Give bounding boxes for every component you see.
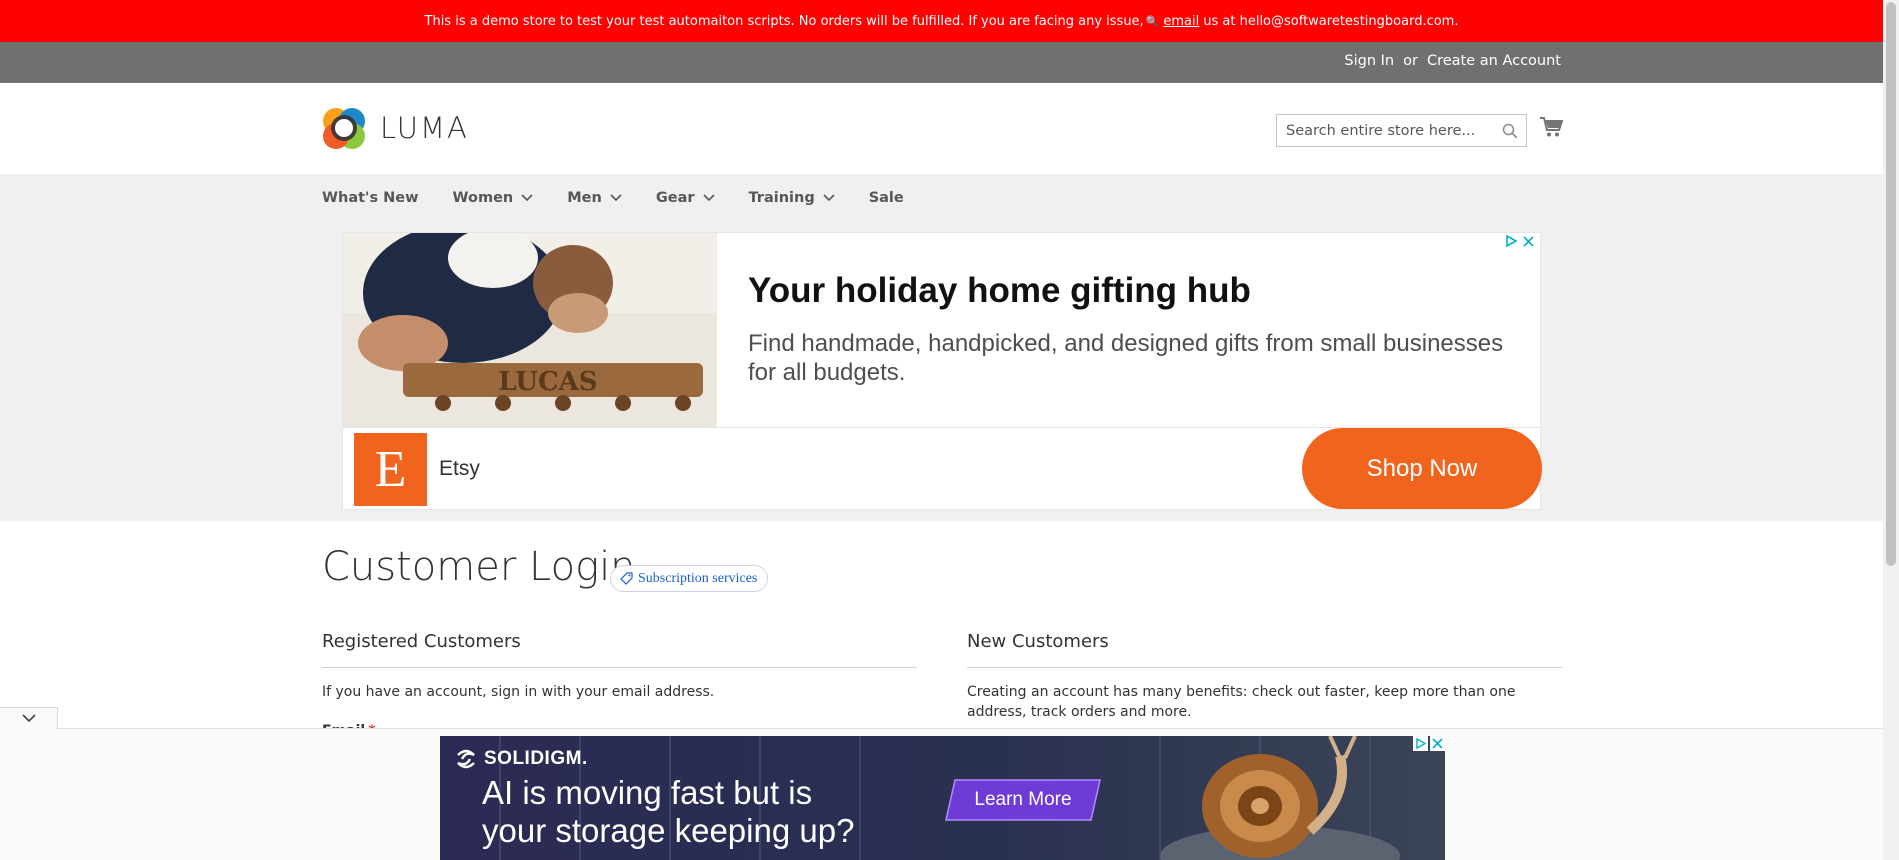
solidigm-mark-icon <box>457 749 475 769</box>
search-icon[interactable] <box>1502 123 1518 143</box>
adchoices-icon[interactable] <box>1413 736 1428 751</box>
chevron-down-icon <box>610 193 622 201</box>
scrollbar-thumb[interactable] <box>1886 2 1896 566</box>
learn-more-label: Learn More <box>974 789 1072 810</box>
nav-item-gear[interactable]: Gear <box>656 190 715 206</box>
subscription-services-badge[interactable]: Subscription services <box>610 565 769 592</box>
collapse-ad-button[interactable] <box>0 707 58 729</box>
nav-item-label: Gear <box>655 189 695 206</box>
solidigm-logo: SOLIDIGM. <box>454 748 588 770</box>
registered-customers-text: If you have an account, sign in with you… <box>322 684 715 700</box>
badge-label: Subscription services <box>638 570 758 586</box>
ad-choices[interactable] <box>1413 736 1445 751</box>
chevron-down-icon <box>521 193 533 201</box>
cart-icon[interactable] <box>1539 116 1564 142</box>
close-icon[interactable] <box>1523 235 1534 247</box>
logo-text: LUMA <box>380 111 469 145</box>
account-links: Sign In or Create an Account <box>1344 53 1561 69</box>
email-link[interactable]: email <box>1163 14 1199 29</box>
solidigm-brand-text: SOLIDIGM. <box>484 748 588 769</box>
registered-divider <box>322 667 917 668</box>
nav-item-whats-new[interactable]: What's New <box>322 190 419 206</box>
demo-notice-bar: This is a demo store to test your test a… <box>0 0 1883 42</box>
page-title: Customer Login <box>322 544 636 590</box>
ad-description: Find handmade, handpicked, and designed … <box>748 330 1504 386</box>
new-customers-divider <box>967 667 1562 668</box>
adchoices-icon[interactable] <box>1505 235 1517 247</box>
tag-icon <box>620 572 633 585</box>
nav-item-women[interactable]: Women <box>453 190 534 206</box>
new-customers-text: Creating an account has many benefits: c… <box>967 684 1516 720</box>
search-icon: 🔍 <box>1145 14 1160 28</box>
nav-item-label: What's New <box>322 189 419 206</box>
ad-photo-text: LUCAS <box>498 367 597 397</box>
chevron-down-icon <box>21 714 36 723</box>
ad-choices[interactable] <box>1505 235 1534 247</box>
etsy-ad-banner[interactable]: LUCAS Your holiday home gifting hub Find… <box>342 232 1542 510</box>
nav-item-label: Men <box>567 189 602 206</box>
nav-item-men[interactable]: Men <box>567 190 622 206</box>
demo-notice-text: This is a demo store to test your test a… <box>424 13 1144 29</box>
learn-more-button[interactable]: Learn More <box>945 779 1101 821</box>
ad-headline-line-2: your storage keeping up? <box>482 812 855 849</box>
demo-notice-text-after: us at hello@softwaretestingboard.com. <box>1203 13 1459 29</box>
solidigm-ad[interactable]: SOLIDIGM. AI is moving fast but is your … <box>440 736 1445 860</box>
create-account-link[interactable]: Create an Account <box>1427 53 1561 69</box>
sign-in-link[interactable]: Sign In <box>1344 53 1394 69</box>
ad-headline-line-1: AI is moving fast but is <box>482 774 813 811</box>
close-icon[interactable] <box>1430 736 1445 751</box>
chevron-down-icon <box>702 193 715 201</box>
luma-logo-icon <box>323 108 365 149</box>
search-input[interactable] <box>1277 115 1487 146</box>
nav-menu: What's New Women Men Gear Training Sale <box>322 174 938 221</box>
new-customers-title: New Customers <box>967 631 1109 652</box>
registered-customers-title: Registered Customers <box>322 631 521 652</box>
logo[interactable]: LUMA <box>322 105 469 151</box>
nav-item-label: Training <box>748 189 815 206</box>
shop-now-button[interactable]: Shop Now <box>1302 428 1542 509</box>
etsy-logo: E <box>354 433 427 506</box>
or-separator: or <box>1403 53 1418 69</box>
account-bar: Sign In or Create an Account <box>0 42 1883 83</box>
ad-title[interactable]: Your holiday home gifting hub <box>748 271 1251 311</box>
ad-photo: LUCAS <box>343 233 717 427</box>
ad-headline: AI is moving fast but is your storage ke… <box>482 774 854 850</box>
ad-brand-name: Etsy <box>439 457 480 480</box>
site-header: LUMA <box>0 83 1883 174</box>
nav-item-training[interactable]: Training <box>749 190 835 206</box>
nav-item-sale[interactable]: Sale <box>869 190 904 206</box>
nav-item-label: Women <box>452 189 514 206</box>
nav-item-label: Sale <box>868 189 904 206</box>
page: This is a demo store to test your test a… <box>0 0 1899 860</box>
chevron-down-icon <box>823 193 835 201</box>
search-box <box>1276 114 1527 147</box>
